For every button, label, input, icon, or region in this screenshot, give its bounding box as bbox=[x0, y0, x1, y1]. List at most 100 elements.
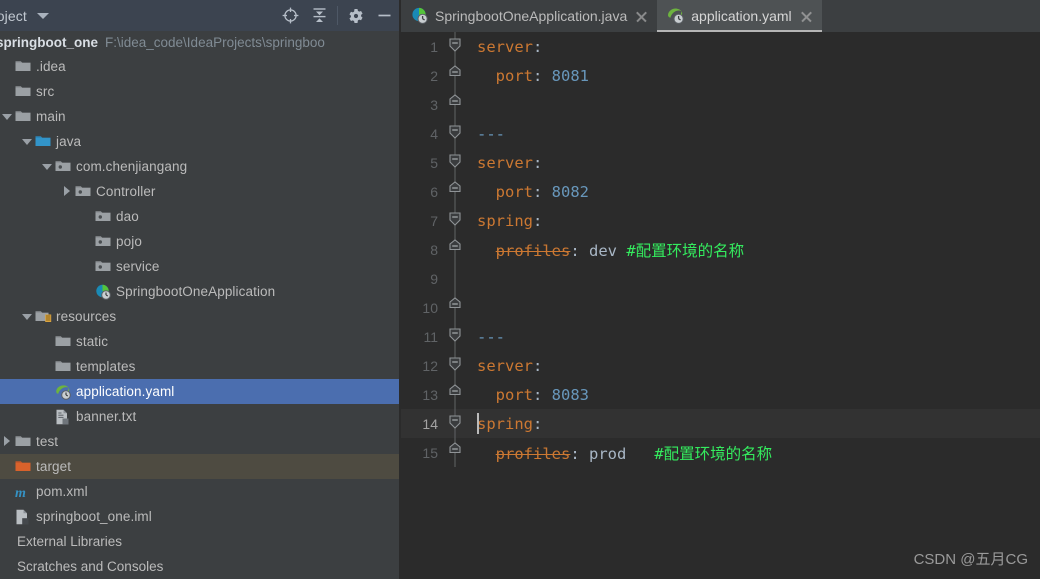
fold-marker-icon[interactable] bbox=[441, 177, 477, 206]
tree-item-label: banner.txt bbox=[76, 409, 137, 424]
gear-icon[interactable] bbox=[341, 0, 370, 31]
minimize-icon[interactable] bbox=[370, 0, 399, 31]
tree-item-main[interactable]: main bbox=[0, 104, 399, 129]
fold-marker-icon[interactable] bbox=[441, 148, 477, 177]
chevron-right-icon[interactable] bbox=[0, 429, 15, 454]
fold-marker-icon[interactable] bbox=[441, 61, 477, 90]
chevron-down-icon[interactable] bbox=[20, 129, 35, 154]
tree-item-label: .idea bbox=[36, 59, 66, 74]
code-line[interactable]: 5 server: bbox=[401, 148, 1040, 177]
editor-pane: SpringbootOneApplication.java application… bbox=[401, 0, 1040, 579]
code-line[interactable]: 3 bbox=[401, 90, 1040, 119]
chevron-down-icon[interactable] bbox=[20, 304, 35, 329]
chevron-down-icon[interactable] bbox=[0, 104, 15, 129]
tree-item-controller[interactable]: Controller bbox=[0, 179, 399, 204]
tree-item-com-chenjiangang[interactable]: com.chenjiangang bbox=[0, 154, 399, 179]
package-icon bbox=[95, 254, 112, 279]
tree-item-springbootoneapplication[interactable]: SpringbootOneApplication bbox=[0, 279, 399, 304]
tree-item-static[interactable]: static bbox=[0, 329, 399, 354]
code-line[interactable]: 2 port: 8081 bbox=[401, 61, 1040, 90]
code-line[interactable]: 15 profiles: prod #配置环境的名称 bbox=[401, 438, 1040, 467]
fold-marker-icon[interactable] bbox=[441, 119, 477, 148]
folder-orange-icon bbox=[15, 454, 32, 479]
fold-marker-icon[interactable] bbox=[441, 235, 477, 264]
tree-item-springboot-one-iml[interactable]: springboot_one.iml bbox=[0, 504, 399, 529]
fold-marker-icon[interactable] bbox=[441, 32, 477, 61]
fold-marker-icon[interactable] bbox=[441, 90, 477, 119]
iml-file-icon bbox=[15, 504, 32, 529]
tree-item-label: pom.xml bbox=[36, 484, 88, 499]
tree-item-label: application.yaml bbox=[76, 384, 175, 399]
chevron-down-icon[interactable] bbox=[40, 154, 55, 179]
tool-window-actions bbox=[276, 0, 399, 31]
code-line[interactable]: 9 bbox=[401, 264, 1040, 293]
code-editor[interactable]: 1 server: 2 port: 8081 3 4 --- 5 server: 6 port:… bbox=[401, 32, 1040, 579]
code-line[interactable]: 13 port: 8083 bbox=[401, 380, 1040, 409]
code-text: server: bbox=[477, 356, 543, 375]
chevron-down-icon[interactable] bbox=[36, 12, 49, 19]
collapse-all-icon[interactable] bbox=[305, 0, 334, 31]
code-line[interactable]: 11 --- bbox=[401, 322, 1040, 351]
code-line[interactable]: 14 spring: bbox=[401, 409, 1040, 438]
text-caret bbox=[477, 413, 479, 434]
code-line[interactable]: 4 --- bbox=[401, 119, 1040, 148]
gutter-spacer bbox=[441, 264, 477, 293]
tree-item-test[interactable]: test bbox=[0, 429, 399, 454]
code-line[interactable]: 8 profiles: dev #配置环境的名称 bbox=[401, 235, 1040, 264]
folder-gray-icon bbox=[55, 354, 72, 379]
chevron-right-icon[interactable] bbox=[60, 179, 75, 204]
code-line[interactable]: 10 bbox=[401, 293, 1040, 322]
editor-tab-application-yaml[interactable]: application.yaml bbox=[657, 0, 823, 32]
fold-marker-icon[interactable] bbox=[441, 293, 477, 322]
tree-item-templates[interactable]: templates bbox=[0, 354, 399, 379]
folder-gray-icon bbox=[15, 79, 32, 104]
fold-marker-icon[interactable] bbox=[441, 409, 477, 438]
tree-item-dao[interactable]: dao bbox=[0, 204, 399, 229]
fold-marker-icon[interactable] bbox=[441, 351, 477, 380]
package-icon bbox=[55, 154, 72, 179]
close-icon[interactable] bbox=[635, 10, 648, 23]
line-number: 14 bbox=[422, 415, 438, 432]
code-line[interactable]: 12 server: bbox=[401, 351, 1040, 380]
tree-item-src[interactable]: src bbox=[0, 79, 399, 104]
tree-item-banner-txt[interactable]: banner.txt bbox=[0, 404, 399, 429]
tree-item-external-libraries[interactable]: External Libraries bbox=[0, 529, 399, 554]
fold-marker-icon[interactable] bbox=[441, 206, 477, 235]
project-root-row[interactable]: springboot_one F:\idea_code\IdeaProjects… bbox=[0, 31, 399, 54]
tree-item-label: src bbox=[36, 84, 55, 99]
tree-item-label: test bbox=[36, 434, 59, 449]
tree-item-target[interactable]: target bbox=[0, 454, 399, 479]
tree-item-scratches-and-consoles[interactable]: Scratches and Consoles bbox=[0, 554, 399, 579]
code-line[interactable]: 6 port: 8082 bbox=[401, 177, 1040, 206]
package-icon bbox=[75, 179, 92, 204]
tree-item-application-yaml[interactable]: application.yaml bbox=[0, 379, 399, 404]
code-line[interactable]: 1 server: bbox=[401, 32, 1040, 61]
line-number: 13 bbox=[422, 386, 438, 403]
tree-item-resources[interactable]: resources bbox=[0, 304, 399, 329]
fold-marker-icon[interactable] bbox=[441, 322, 477, 351]
line-number: 8 bbox=[430, 241, 438, 258]
spring-class-icon bbox=[411, 7, 429, 25]
text-file-icon bbox=[55, 404, 72, 429]
code-line[interactable]: 7 spring: bbox=[401, 206, 1040, 235]
close-icon[interactable] bbox=[800, 10, 813, 23]
tree-item-pom-xml[interactable]: m pom.xml bbox=[0, 479, 399, 504]
tool-window-title[interactable]: roject bbox=[0, 8, 27, 24]
tree-item-java[interactable]: java bbox=[0, 129, 399, 154]
tree-item-idea[interactable]: .idea bbox=[0, 54, 399, 79]
editor-tab-springbootoneapplication-java[interactable]: SpringbootOneApplication.java bbox=[401, 0, 657, 32]
folder-gray-icon bbox=[15, 429, 32, 454]
fold-marker-icon[interactable] bbox=[441, 438, 477, 467]
tree-item-service[interactable]: service bbox=[0, 254, 399, 279]
locate-icon[interactable] bbox=[276, 0, 305, 31]
fold-marker-icon[interactable] bbox=[441, 380, 477, 409]
project-tree[interactable]: .idea src main java com.chenjiangang Controll… bbox=[0, 54, 399, 579]
tree-item-pojo[interactable]: pojo bbox=[0, 229, 399, 254]
tree-item-label: SpringbootOneApplication bbox=[116, 284, 276, 299]
